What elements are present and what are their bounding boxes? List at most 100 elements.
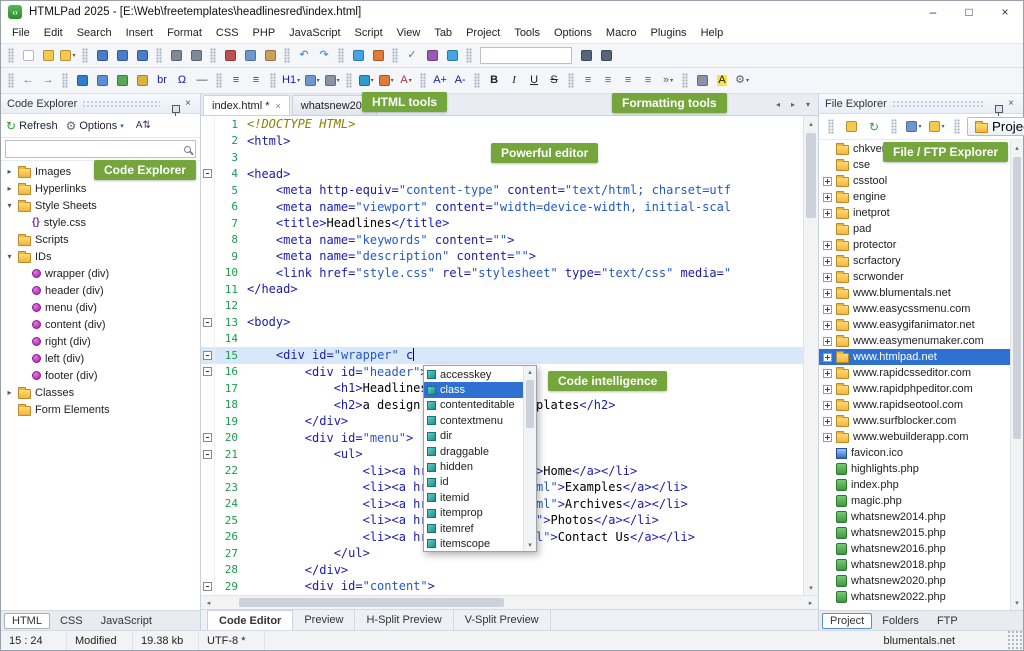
expand-plus-icon[interactable]	[823, 177, 832, 186]
code-line-28[interactable]: 28 </div>	[201, 562, 803, 579]
align-center-button[interactable]: ≡	[598, 71, 618, 91]
close-panel-icon[interactable]: ×	[1005, 98, 1017, 109]
code-line-11[interactable]: 11</head>	[201, 281, 803, 298]
tree-item-right-div[interactable]: right (div)	[1, 333, 200, 350]
new-document-button[interactable]	[18, 46, 38, 66]
bullet-list-button[interactable]: ≡	[226, 71, 246, 91]
horizontal-scroll-thumb[interactable]	[239, 598, 503, 607]
editor-tab-index-html[interactable]: index.html *×	[203, 95, 290, 115]
file-item-favicon-ico[interactable]: favicon.ico	[819, 445, 1010, 461]
expand-plus-icon[interactable]	[823, 305, 832, 314]
quick-search-button[interactable]	[476, 46, 576, 66]
menu-view[interactable]: View	[390, 25, 428, 41]
view-mode-button[interactable]: ▾	[904, 117, 924, 137]
code-line-12[interactable]: 12	[201, 298, 803, 315]
collapse-arrow-icon[interactable]: ▾	[5, 252, 14, 261]
doc-tab-javascript[interactable]: JavaScript	[93, 613, 160, 629]
options-dropdown-icon[interactable]: ▾	[120, 122, 124, 130]
menu-tab[interactable]: Tab	[427, 25, 459, 41]
suggestion-contextmenu[interactable]: contextmenu	[424, 413, 523, 428]
menu-css[interactable]: CSS	[209, 25, 246, 41]
doc-tab-css[interactable]: CSS	[52, 613, 91, 629]
vertical-scroll-thumb[interactable]	[806, 133, 816, 218]
refresh-icon[interactable]: ↻	[6, 119, 16, 133]
tab-scroll-right-icon[interactable]: ▸	[787, 100, 799, 109]
horizontal-scroll-track[interactable]	[216, 596, 803, 609]
suggestion-itemscope[interactable]: itemscope	[424, 536, 523, 551]
menu-edit[interactable]: Edit	[37, 25, 70, 41]
expand-arrow-icon[interactable]: ▸	[5, 184, 14, 193]
strikethrough-button[interactable]: S	[544, 71, 564, 91]
fold-collapse-icon[interactable]	[203, 367, 212, 376]
file-item-scrwonder[interactable]: scrwonder	[819, 269, 1010, 285]
expand-plus-icon[interactable]	[823, 289, 832, 298]
css-style-button[interactable]: ▾	[356, 71, 376, 91]
horizontal-rule-button[interactable]: —	[192, 71, 212, 91]
vertical-scroll-track[interactable]	[804, 131, 818, 580]
folder-options-button[interactable]: ▾	[927, 117, 947, 137]
expand-plus-icon[interactable]	[823, 209, 832, 218]
show-guides-button[interactable]	[692, 71, 712, 91]
save-all-button[interactable]	[132, 46, 152, 66]
suggestion-itemref[interactable]: itemref	[424, 521, 523, 536]
suggestion-contenteditable[interactable]: contenteditable	[424, 398, 523, 413]
code-line-15[interactable]: 15 <div id="wrapper" c	[201, 347, 803, 364]
code-line-8[interactable]: 8 <meta name="keywords" content="">	[201, 232, 803, 249]
heading-button[interactable]: H1▾	[280, 71, 302, 91]
expand-arrow-icon[interactable]: ▸	[5, 388, 14, 397]
suggestion-dir[interactable]: dir	[424, 429, 523, 444]
code-line-10[interactable]: 10 <link href="style.css" rel="styleshee…	[201, 265, 803, 282]
expand-plus-icon[interactable]	[823, 321, 832, 330]
popup-scroll-track[interactable]	[524, 378, 536, 539]
explorer-tab-folders[interactable]: Folders	[874, 613, 927, 629]
anchor-button[interactable]	[92, 71, 112, 91]
file-item-www-rapidseotool-com[interactable]: www.rapidseotool.com	[819, 397, 1010, 413]
popup-scrollbar[interactable]: ▴▾	[523, 366, 536, 551]
tree-item-left-div[interactable]: left (div)	[1, 350, 200, 367]
find-button[interactable]	[166, 46, 186, 66]
file-item-www-htmlpad-net[interactable]: www.htmlpad.net	[819, 349, 1010, 365]
refresh-files-button[interactable]: ↻	[864, 117, 884, 137]
expand-plus-icon[interactable]	[823, 273, 832, 282]
menu-javascript[interactable]: JavaScript	[282, 25, 347, 41]
file-item-www-surfblocker-com[interactable]: www.surfblocker.com	[819, 413, 1010, 429]
file-item-www-blumentals-net[interactable]: www.blumentals.net	[819, 285, 1010, 301]
code-line-14[interactable]: 14	[201, 331, 803, 348]
code-editor[interactable]: 1<!DOCTYPE HTML>2<html>34<head>5 <meta h…	[201, 116, 803, 595]
suggestion-draggable[interactable]: draggable	[424, 444, 523, 459]
suggestion-id[interactable]: id	[424, 475, 523, 490]
vertical-scroll-thumb[interactable]	[1013, 157, 1021, 439]
tree-item-style-sheets[interactable]: ▾Style Sheets	[1, 197, 200, 214]
tree-item-scripts[interactable]: Scripts	[1, 231, 200, 248]
tree-item-header-div[interactable]: header (div)	[1, 282, 200, 299]
font-color-button[interactable]: A▾	[396, 71, 416, 91]
file-item-whatsnew2014-php[interactable]: whatsnew2014.php	[819, 509, 1010, 525]
code-line-5[interactable]: 5 <meta http-equiv="content-type" conten…	[201, 182, 803, 199]
quick-search-input[interactable]	[480, 47, 572, 64]
tree-item-ids[interactable]: ▾IDs	[1, 248, 200, 265]
file-item-whatsnew2015-php[interactable]: whatsnew2015.php	[819, 525, 1010, 541]
scroll-up-icon[interactable]: ▴	[1011, 140, 1023, 155]
fold-collapse-icon[interactable]	[203, 582, 212, 591]
insert-comment-button[interactable]	[132, 71, 152, 91]
menu-help[interactable]: Help	[694, 25, 731, 41]
sort-az-icon[interactable]: A⇅	[136, 120, 151, 131]
menu-tools[interactable]: Tools	[507, 25, 547, 41]
menu-project[interactable]: Project	[459, 25, 507, 41]
code-line-9[interactable]: 9 <meta name="description" content="">	[201, 248, 803, 265]
editor-horizontal-scrollbar[interactable]: ◂ ▸	[201, 595, 818, 609]
doc-tab-html[interactable]: HTML	[4, 613, 50, 629]
tree-item-content-div[interactable]: content (div)	[1, 316, 200, 333]
preview-secondary-browser-button[interactable]	[368, 46, 388, 66]
visual-aids-button[interactable]: ⚙▾	[732, 71, 752, 91]
tag-inspector-button[interactable]	[422, 46, 442, 66]
suggestion-accesskey[interactable]: accesskey	[424, 367, 523, 382]
view-tab-v-split-preview[interactable]: V-Split Preview	[454, 610, 551, 630]
expand-plus-icon[interactable]	[823, 353, 832, 362]
file-item-magic-php[interactable]: magic.php	[819, 493, 1010, 509]
fold-collapse-icon[interactable]	[203, 169, 212, 178]
align-justify-button[interactable]: ≡	[638, 71, 658, 91]
suggestion-itemid[interactable]: itemid	[424, 490, 523, 505]
scroll-down-icon[interactable]: ▾	[1011, 595, 1023, 610]
menu-format[interactable]: Format	[160, 25, 209, 41]
